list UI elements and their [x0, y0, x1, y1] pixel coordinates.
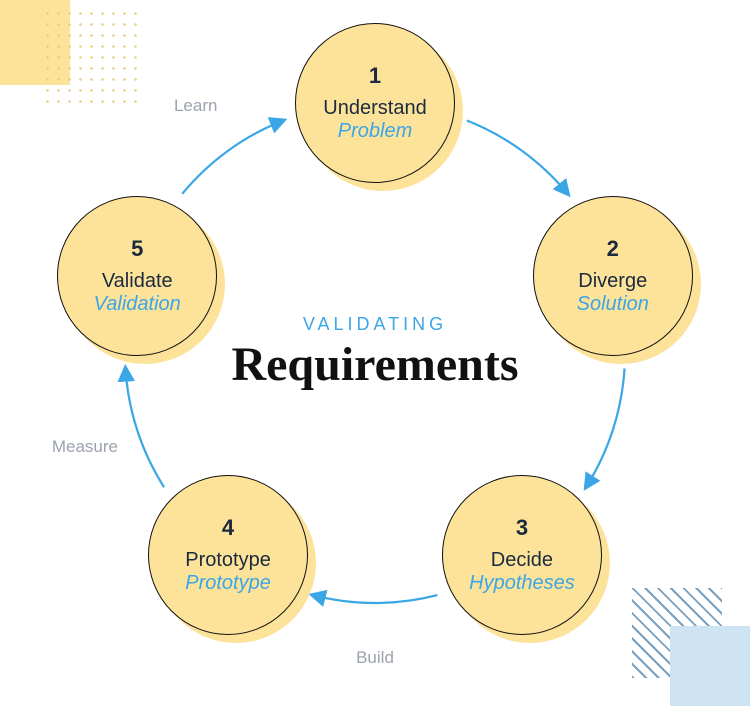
- node-number: 5: [131, 236, 143, 262]
- node-face: 1 UnderstandProblem: [295, 23, 455, 183]
- arrow-4-to-5: [125, 368, 164, 487]
- node-face: 2 DivergeSolution: [533, 196, 693, 356]
- node-subtitle: Solution: [577, 293, 649, 316]
- node-title: Validate: [102, 270, 173, 293]
- arrow-3-to-4: [313, 595, 438, 603]
- arrow-2-to-3: [586, 368, 625, 487]
- node-face: 4 PrototypePrototype: [148, 475, 308, 635]
- node-number: 3: [516, 515, 528, 541]
- node-title: Diverge: [578, 270, 647, 293]
- node-number: 1: [369, 63, 381, 89]
- node-number: 2: [607, 236, 619, 262]
- node-title: Prototype: [185, 549, 271, 572]
- cycle-node-1: 1 UnderstandProblem: [295, 23, 455, 183]
- arc-label-learn: Learn: [174, 96, 217, 116]
- decor-block-bottom-right: [670, 626, 750, 706]
- cycle-node-5: 5 ValidateValidation: [57, 196, 217, 356]
- node-subtitle: Problem: [338, 120, 412, 143]
- title-block: VALIDATING Requirements: [165, 314, 585, 392]
- node-face: 5 ValidateValidation: [57, 196, 217, 356]
- cycle-node-4: 4 PrototypePrototype: [148, 475, 308, 635]
- arrow-1-to-2: [467, 120, 568, 193]
- node-title: Understand: [323, 97, 426, 120]
- diagram-canvas: VALIDATING Requirements 1 UnderstandProbl…: [0, 0, 750, 706]
- decor-dots-top-left: [42, 8, 142, 108]
- node-subtitle: Validation: [94, 293, 181, 316]
- arc-label-build: Build: [356, 648, 394, 668]
- arc-label-measure: Measure: [52, 437, 118, 457]
- node-title: Decide: [491, 549, 553, 572]
- cycle-node-2: 2 DivergeSolution: [533, 196, 693, 356]
- node-number: 4: [222, 515, 234, 541]
- node-subtitle: Hypotheses: [469, 572, 575, 595]
- title-main: Requirements: [165, 337, 585, 392]
- node-face: 3 DecideHypotheses: [442, 475, 602, 635]
- cycle-node-3: 3 DecideHypotheses: [442, 475, 602, 635]
- node-subtitle: Prototype: [185, 572, 271, 595]
- arrow-5-to-1: [182, 120, 283, 193]
- title-eyebrow: VALIDATING: [165, 314, 585, 335]
